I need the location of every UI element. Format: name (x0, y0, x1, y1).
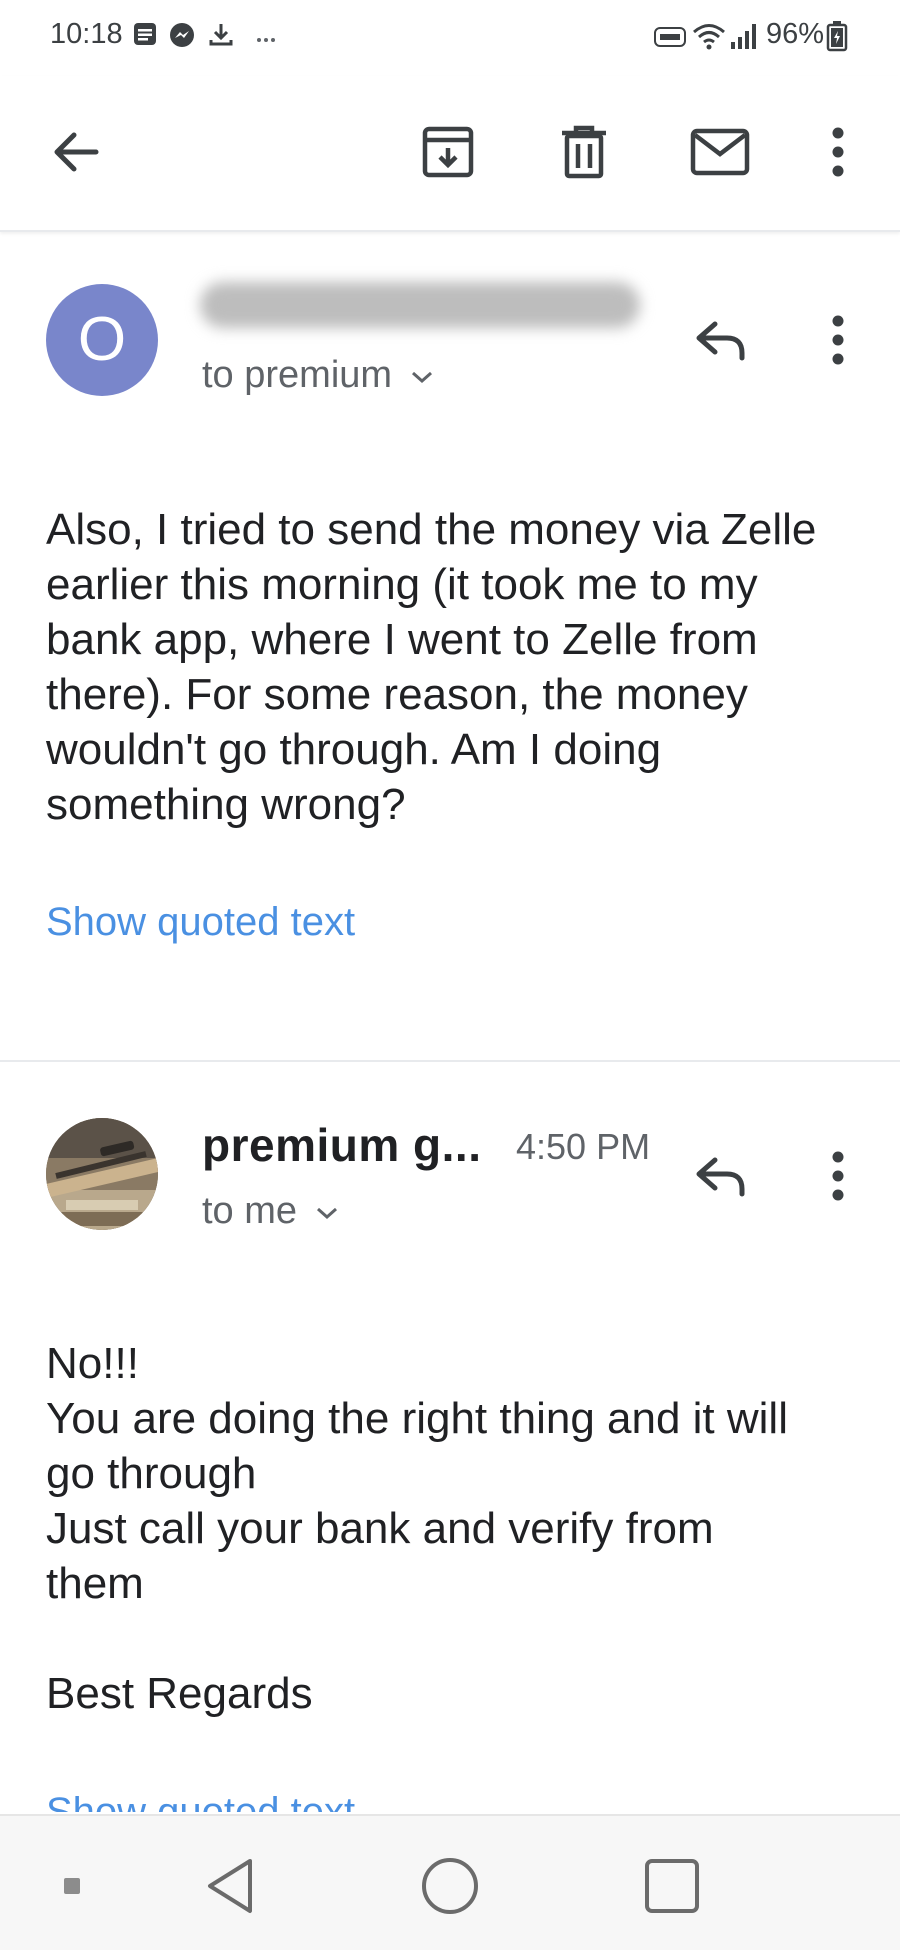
wifi-icon (692, 22, 726, 55)
more-vert-icon (832, 315, 844, 365)
square-dot-icon (64, 1878, 80, 1894)
message-more-button[interactable] (802, 304, 874, 376)
back-arrow-icon (54, 132, 99, 172)
email-thread-screen: 10:18 96% O to premium Also, I tried to … (0, 0, 900, 1950)
nav-recents-button[interactable] (632, 1846, 712, 1926)
show-quoted-text-label: Show quoted text (46, 1790, 356, 1812)
battery-percent: 96% (766, 18, 825, 50)
system-nav-bar (0, 1814, 900, 1950)
nav-home-icon (422, 1858, 478, 1914)
rifle-photo-icon (46, 1118, 158, 1230)
recipient-details-toggle[interactable]: to me (202, 1190, 339, 1233)
toolbar (0, 76, 900, 232)
more-vert-icon (832, 1151, 844, 1201)
archive-button[interactable] (408, 112, 488, 192)
nav-home-button[interactable] (410, 1846, 490, 1926)
volte-icon (654, 24, 686, 55)
avatar[interactable]: O (46, 284, 158, 396)
messenger-icon (168, 21, 196, 54)
download-icon (208, 21, 234, 52)
chevron-down-icon (412, 371, 433, 383)
reply-icon (696, 1157, 745, 1197)
reply-button[interactable] (684, 1140, 756, 1212)
more-vert-icon (832, 127, 844, 177)
archive-icon (422, 126, 474, 178)
nav-recents-icon (645, 1859, 699, 1913)
delete-icon (562, 125, 606, 179)
sender-name: premium g... (202, 1119, 482, 1171)
recipient-text: to me (202, 1190, 298, 1232)
status-time: 10:18 (50, 18, 123, 50)
nav-back-icon (208, 1859, 252, 1913)
mark-unread-button[interactable] (680, 112, 760, 192)
mark-unread-icon (690, 128, 750, 176)
back-button[interactable] (36, 112, 116, 192)
recipient-details-toggle[interactable]: to premium (202, 354, 434, 397)
chevron-down-icon (317, 1207, 338, 1219)
delete-button[interactable] (544, 112, 624, 192)
message-time: 4:50 PM (516, 1126, 651, 1167)
show-quoted-text-link[interactable]: Show quoted text (46, 900, 355, 945)
show-quoted-text-link[interactable]: Show quoted text (46, 1788, 355, 1812)
more-options-button[interactable] (798, 112, 878, 192)
reply-button[interactable] (684, 304, 756, 376)
message-divider (0, 1060, 900, 1062)
message-more-button[interactable] (802, 1140, 874, 1212)
notes-icon (132, 21, 158, 52)
more-notifications-icon (256, 30, 276, 48)
sender-name-redacted (200, 282, 640, 328)
status-bar: 10:18 96% (0, 0, 900, 76)
message-body: Also, I tried to send the money via Zell… (46, 505, 817, 829)
battery-icon (826, 20, 848, 57)
nav-pin-button[interactable] (32, 1846, 112, 1926)
recipient-text: to premium (202, 354, 393, 396)
signal-icon (730, 22, 760, 55)
message-body: No!!! You are doing the right thing and … (46, 1339, 788, 1718)
avatar[interactable] (46, 1118, 158, 1230)
avatar-letter: O (77, 305, 127, 374)
nav-back-button[interactable] (190, 1846, 270, 1926)
reply-icon (696, 321, 745, 361)
